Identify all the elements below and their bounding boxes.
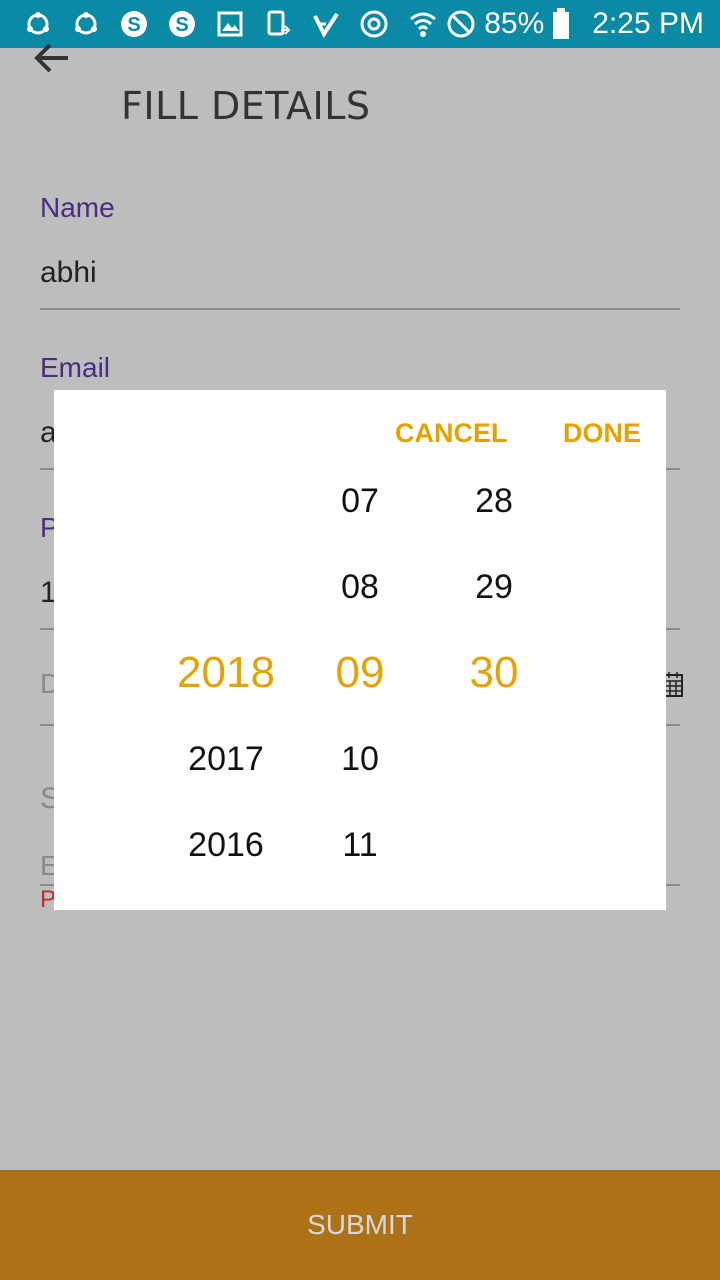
name-label: Name (40, 192, 115, 223)
year-option[interactable]: 2017 (156, 740, 296, 779)
day-selected[interactable]: 30 (424, 648, 564, 698)
month-option[interactable]: 07 (290, 482, 430, 521)
battery-percent: 85% (484, 7, 545, 40)
month-option[interactable]: 10 (290, 740, 430, 779)
check-icon (302, 0, 350, 48)
submit-button[interactable]: SUBMIT (0, 1170, 720, 1280)
date-picker-dialog: CANCEL DONE 2018 2017 2016 07 08 09 10 1… (54, 390, 666, 910)
page-title: FILL DETAILS (121, 84, 371, 128)
skype-icon: S (110, 0, 158, 48)
phone-icon (254, 0, 302, 48)
month-option[interactable]: 08 (290, 568, 430, 607)
day-option[interactable]: 29 (424, 568, 564, 607)
battery-icon (552, 8, 570, 40)
done-button[interactable]: DONE (563, 418, 641, 449)
month-selected[interactable]: 09 (290, 648, 430, 698)
svg-text:S: S (127, 14, 140, 36)
year-selected[interactable]: 2018 (156, 648, 296, 698)
year-option[interactable]: 2016 (156, 826, 296, 865)
name-input[interactable]: abhi (40, 256, 97, 290)
month-option[interactable]: 11 (290, 826, 430, 865)
block-icon (446, 9, 476, 39)
day-option[interactable]: 28 (424, 482, 564, 521)
cancel-button[interactable]: CANCEL (395, 418, 508, 449)
name-underline (40, 308, 680, 310)
status-bar: S S 85% 2:25 PM (0, 0, 720, 48)
clock: 2:25 PM (592, 7, 704, 40)
back-arrow-icon[interactable] (30, 36, 74, 80)
status-right: 85% 2:25 PM (408, 0, 704, 48)
skype-icon: S (158, 0, 206, 48)
chrome-icon (350, 0, 398, 48)
wifi-icon (408, 9, 438, 39)
svg-text:S: S (175, 14, 188, 36)
gallery-icon (206, 0, 254, 48)
email-label: Email (40, 352, 111, 383)
